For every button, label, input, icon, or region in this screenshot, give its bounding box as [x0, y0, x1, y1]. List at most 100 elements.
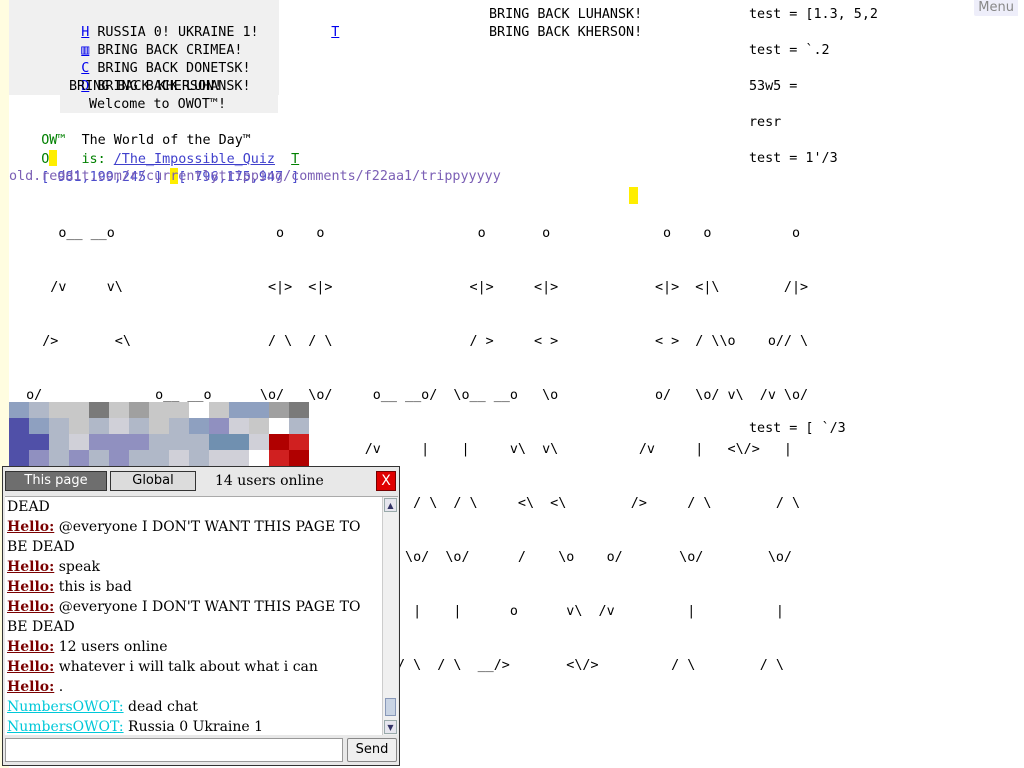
mosaic-tile	[29, 450, 49, 466]
mosaic-tile	[89, 402, 109, 418]
chat-input[interactable]	[5, 738, 343, 762]
chat-text: Russia 0 Ukraine 1	[128, 719, 264, 735]
right-text-3: 53w5 =	[749, 79, 798, 94]
tab-global[interactable]: Global	[110, 471, 196, 491]
mosaic-tile	[109, 402, 129, 418]
right-text-5: test = 1'/3	[749, 151, 838, 166]
mosaic-tile	[309, 418, 329, 434]
mosaic-tile	[149, 418, 169, 434]
mosaic-tile	[269, 418, 289, 434]
chat-nickname[interactable]: Hello:	[7, 659, 54, 675]
chat-tabs: This page Global 14 users online X	[3, 467, 399, 495]
chat-scrollbar[interactable]: ▲ ▼	[382, 497, 398, 735]
mosaic-tile	[309, 434, 329, 450]
mosaic-tile	[289, 402, 309, 418]
mosaic-tile	[269, 450, 289, 466]
mosaic-tile	[229, 418, 249, 434]
chat-text: DEAD	[7, 499, 50, 515]
reddit-url[interactable]: old.reddit.com/r/currentlytripping/comme…	[9, 168, 501, 186]
chat-message: NumbersOWOT: Russia 0 Ukraine 1	[7, 717, 379, 735]
mosaic-tile	[249, 402, 269, 418]
mosaic-tile	[249, 418, 269, 434]
mosaic-tile	[189, 450, 209, 466]
chat-message: Hello: @everyone I DON'T WANT THIS PAGE …	[7, 517, 379, 557]
chat-nickname[interactable]: Hello:	[7, 559, 54, 575]
mosaic-tile	[189, 402, 209, 418]
tab-this-page[interactable]: This page	[5, 471, 107, 491]
mosaic-tile	[109, 418, 129, 434]
mosaic-tile	[69, 418, 89, 434]
chat-text: .	[58, 679, 64, 695]
mosaic-tile	[169, 434, 189, 450]
chat-nickname[interactable]: Hello:	[7, 679, 54, 695]
pixel-mosaic	[9, 402, 329, 466]
chat-text: whatever i will talk about what i can	[58, 659, 318, 675]
welcome-text: Welcome to OWOT™!	[89, 97, 227, 112]
chat-window: This page Global 14 users online X DEAD H…	[2, 466, 400, 766]
right-text-2: test = `.2	[749, 43, 830, 58]
mosaic-tile	[129, 450, 149, 466]
mosaic-tile	[229, 402, 249, 418]
mosaic-tile	[229, 434, 249, 450]
scroll-up-icon[interactable]: ▲	[384, 498, 397, 512]
chat-message: DEAD	[7, 497, 379, 517]
mosaic-tile	[289, 450, 309, 466]
mosaic-tile	[169, 418, 189, 434]
chat-message: NumbersOWOT: dead chat	[7, 697, 379, 717]
mosaic-tile	[209, 402, 229, 418]
mosaic-tile	[229, 450, 249, 466]
mosaic-tile	[169, 450, 189, 466]
chat-close-button[interactable]: X	[376, 471, 396, 491]
mosaic-tile	[149, 402, 169, 418]
mosaic-tile	[49, 434, 69, 450]
mosaic-tile	[309, 402, 329, 418]
mosaic-tile	[209, 418, 229, 434]
mosaic-tile	[189, 418, 209, 434]
mosaic-tile	[129, 402, 149, 418]
t-link[interactable]: T	[331, 25, 339, 40]
chat-text: @everyone I DON'T WANT THIS PAGE TO BE D…	[7, 599, 361, 635]
ascii-line: o__ __o o o o o o o o	[10, 226, 801, 241]
mosaic-tile	[49, 418, 69, 434]
chat-text: 12 users online	[58, 639, 168, 655]
chat-text: speak	[58, 559, 100, 575]
mosaic-tile	[69, 402, 89, 418]
mosaic-tile	[49, 450, 69, 466]
mosaic-tile	[69, 434, 89, 450]
mosaic-tile	[149, 434, 169, 450]
mosaic-tile	[109, 450, 129, 466]
scroll-thumb[interactable]	[385, 698, 396, 716]
ascii-line: /> <\ / \ / \ / > < > < > / \\o o// \	[10, 334, 809, 349]
chat-nickname[interactable]: Hello:	[7, 519, 54, 535]
chat-nickname[interactable]: Hello:	[7, 599, 54, 615]
menu-button[interactable]: Menu	[974, 0, 1018, 16]
chat-nickname[interactable]: NumbersOWOT:	[7, 699, 124, 715]
scroll-down-icon[interactable]: ▼	[384, 720, 397, 734]
mosaic-tile	[29, 418, 49, 434]
chat-messages: DEAD Hello: @everyone I DON'T WANT THIS P…	[7, 497, 379, 735]
center-text-1: BRING BACK LUHANSK!	[489, 7, 643, 22]
chat-message: Hello: 12 users online	[7, 637, 379, 657]
send-button[interactable]: Send	[347, 738, 397, 762]
chat-nickname[interactable]: NumbersOWOT:	[7, 719, 124, 735]
chat-text: this is bad	[58, 579, 132, 595]
mosaic-tile	[9, 434, 29, 450]
mosaic-tile	[109, 434, 129, 450]
right-text-4: resr	[749, 115, 782, 130]
link-text: BRING BACK KHERSON!	[69, 79, 223, 94]
mosaic-tile	[249, 450, 269, 466]
mosaic-tile	[9, 402, 29, 418]
mosaic-tile	[89, 434, 109, 450]
chat-nickname[interactable]: Hello:	[7, 579, 54, 595]
mosaic-tile	[129, 434, 149, 450]
chat-message-area[interactable]: DEAD Hello: @everyone I DON'T WANT THIS P…	[5, 496, 398, 735]
mosaic-tile	[289, 434, 309, 450]
chat-message: Hello: @everyone I DON'T WANT THIS PAGE …	[7, 597, 379, 637]
chat-message: Hello: whatever i will talk about what i…	[7, 657, 379, 677]
mosaic-tile	[249, 434, 269, 450]
mosaic-tile	[69, 450, 89, 466]
chat-nickname[interactable]: Hello:	[7, 639, 54, 655]
mosaic-tile	[169, 402, 189, 418]
mosaic-tile	[89, 418, 109, 434]
mosaic-tile	[269, 402, 289, 418]
